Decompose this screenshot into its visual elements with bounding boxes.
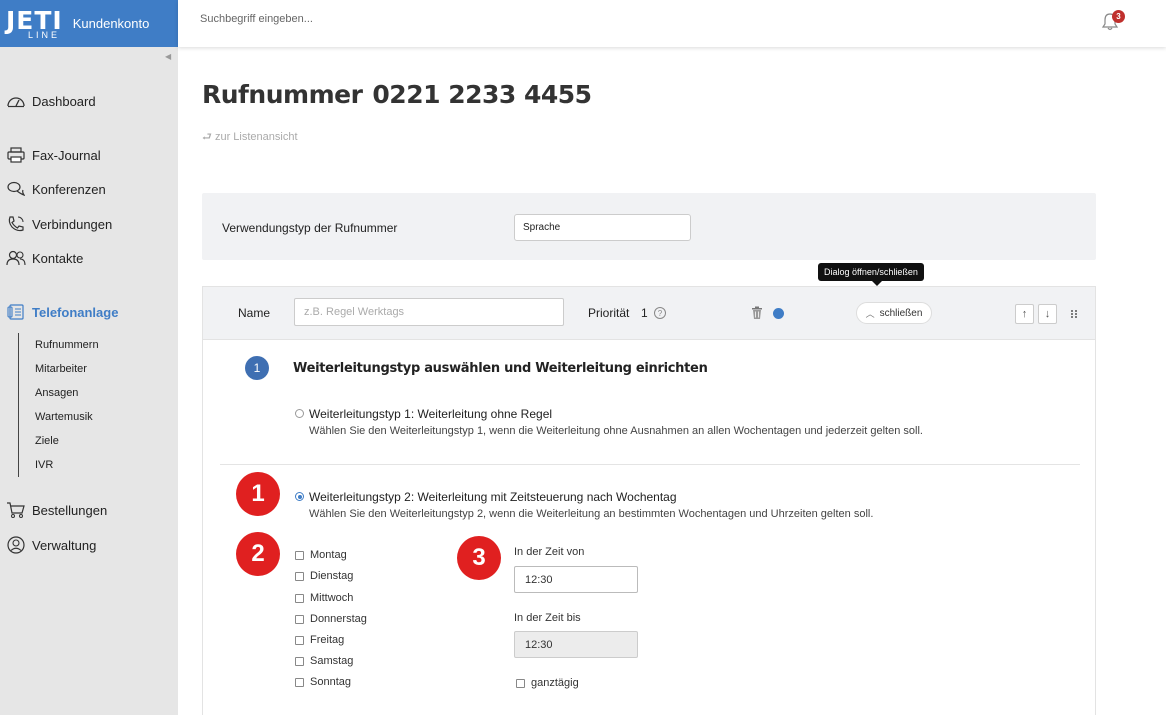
day-checkbox-sonntag[interactable]: Sonntag	[295, 676, 351, 688]
forwarding-type-2-title: Weiterleitungstyp 2: Weiterleitung mit Z…	[309, 490, 677, 504]
rule-header: Name Priorität 1 ? ︿ schließen ↑ ↓	[203, 287, 1095, 340]
notification-badge: 3	[1112, 10, 1125, 23]
pbx-icon	[6, 302, 26, 322]
day-checkbox-dienstag[interactable]: Dienstag	[295, 570, 353, 582]
phone-icon	[6, 214, 26, 234]
annotation-marker-2: 2	[236, 532, 280, 576]
sidebar-item-dashboard[interactable]: Dashboard	[6, 91, 96, 111]
subnav-item-mitarbeiter[interactable]: Mitarbeiter	[35, 363, 87, 375]
subnav-item-ansagen[interactable]: Ansagen	[35, 387, 78, 399]
annotation-marker-3: 3	[457, 536, 501, 580]
step-title: Weiterleitungstyp auswählen und Weiterle…	[293, 361, 708, 376]
usage-type-label: Verwendungstyp der Rufnummer	[222, 221, 398, 235]
cart-icon	[6, 500, 26, 520]
day-checkbox-mittwoch[interactable]: Mittwoch	[295, 592, 353, 604]
user-circle-icon	[6, 535, 26, 555]
allday-checkbox[interactable]: ganztägig	[516, 677, 579, 689]
time-to-label: In der Zeit bis	[514, 612, 581, 624]
trash-icon[interactable]	[751, 306, 763, 320]
dashboard-icon	[6, 91, 26, 111]
subnav-item-wartemusik[interactable]: Wartemusik	[35, 411, 93, 423]
subnav-item-ziele[interactable]: Ziele	[35, 435, 59, 447]
jetiline-logo: JETI LINE	[6, 5, 63, 40]
search-input[interactable]	[200, 13, 500, 25]
rule-status-indicator[interactable]	[773, 308, 784, 319]
brand-label: Kundenkonto	[72, 16, 150, 31]
chevron-up-icon: ︿	[865, 308, 875, 319]
sidebar-item-telefonanlage[interactable]: Telefonanlage	[6, 302, 118, 322]
back-to-list-link[interactable]: ⮐ zur Listenansicht	[202, 128, 298, 147]
drag-handle-icon[interactable]	[1070, 307, 1078, 319]
phone-number: 0221 2233 4455	[372, 80, 592, 109]
sidebar-item-bestellungen[interactable]: Bestellungen	[6, 500, 107, 520]
usage-type-section: Verwendungstyp der Rufnummer	[202, 193, 1096, 260]
divider	[220, 464, 1080, 465]
brand-header[interactable]: JETI LINE Kundenkonto	[0, 0, 178, 47]
step-number: 1	[245, 356, 269, 380]
chat-icon	[6, 179, 26, 199]
rule-name-label: Name	[238, 306, 271, 320]
annotation-marker-1: 1	[236, 472, 280, 516]
time-from-input[interactable]	[514, 566, 638, 593]
move-down-button[interactable]: ↓	[1038, 304, 1057, 324]
forwarding-type-1-title: Weiterleitungstyp 1: Weiterleitung ohne …	[309, 407, 553, 421]
return-arrow-icon: ⮐	[202, 131, 212, 143]
help-icon[interactable]: ?	[654, 307, 666, 319]
sidebar-item-verbindungen[interactable]: Verbindungen	[6, 214, 112, 234]
priority-value: 1	[641, 306, 648, 320]
time-to-input[interactable]	[514, 631, 638, 658]
sidebar: JETI LINE Kundenkonto ◀ Dashboard Fax-Jo…	[0, 0, 178, 715]
sidebar-item-verwaltung[interactable]: Verwaltung	[6, 535, 96, 555]
subnav-item-ivr[interactable]: IVR	[35, 459, 53, 471]
usage-type-field[interactable]	[514, 214, 691, 241]
forwarding-rule-panel: Name Priorität 1 ? ︿ schließen ↑ ↓ 1 Wei…	[202, 286, 1096, 715]
collapse-sidebar-icon[interactable]: ◀	[165, 52, 171, 61]
page-title: Rufnummer 0221 2233 4455	[202, 80, 592, 109]
contacts-icon	[6, 248, 26, 268]
dialog-close-button[interactable]: ︿ schließen	[856, 302, 932, 324]
dialog-toggle-tooltip: Dialog öffnen/schließen	[818, 263, 924, 286]
sidebar-item-konferenzen[interactable]: Konferenzen	[6, 179, 106, 199]
topbar: 3	[178, 0, 1166, 47]
printer-icon	[6, 145, 26, 165]
sidebar-item-kontakte[interactable]: Kontakte	[6, 248, 83, 268]
forwarding-type-1-desc: Wählen Sie den Weiterleitungstyp 1, wenn…	[309, 425, 923, 437]
forwarding-type-2-radio[interactable]	[295, 492, 304, 501]
priority-label: Priorität	[588, 306, 630, 320]
move-up-button[interactable]: ↑	[1015, 304, 1034, 324]
day-checkbox-montag[interactable]: Montag	[295, 549, 347, 561]
telefonanlage-subnav: Rufnummern Mitarbeiter Ansagen Wartemusi…	[18, 333, 158, 477]
day-checkbox-freitag[interactable]: Freitag	[295, 634, 344, 646]
day-checkbox-samstag[interactable]: Samstag	[295, 655, 353, 667]
subnav-item-rufnummern[interactable]: Rufnummern	[35, 339, 99, 351]
forwarding-type-1-radio[interactable]	[295, 409, 304, 418]
sidebar-item-fax-journal[interactable]: Fax-Journal	[6, 145, 101, 165]
forwarding-type-2-desc: Wählen Sie den Weiterleitungstyp 2, wenn…	[309, 508, 874, 520]
day-checkbox-donnerstag[interactable]: Donnerstag	[295, 613, 367, 625]
rule-name-input[interactable]	[294, 298, 564, 326]
time-from-label: In der Zeit von	[514, 546, 585, 558]
